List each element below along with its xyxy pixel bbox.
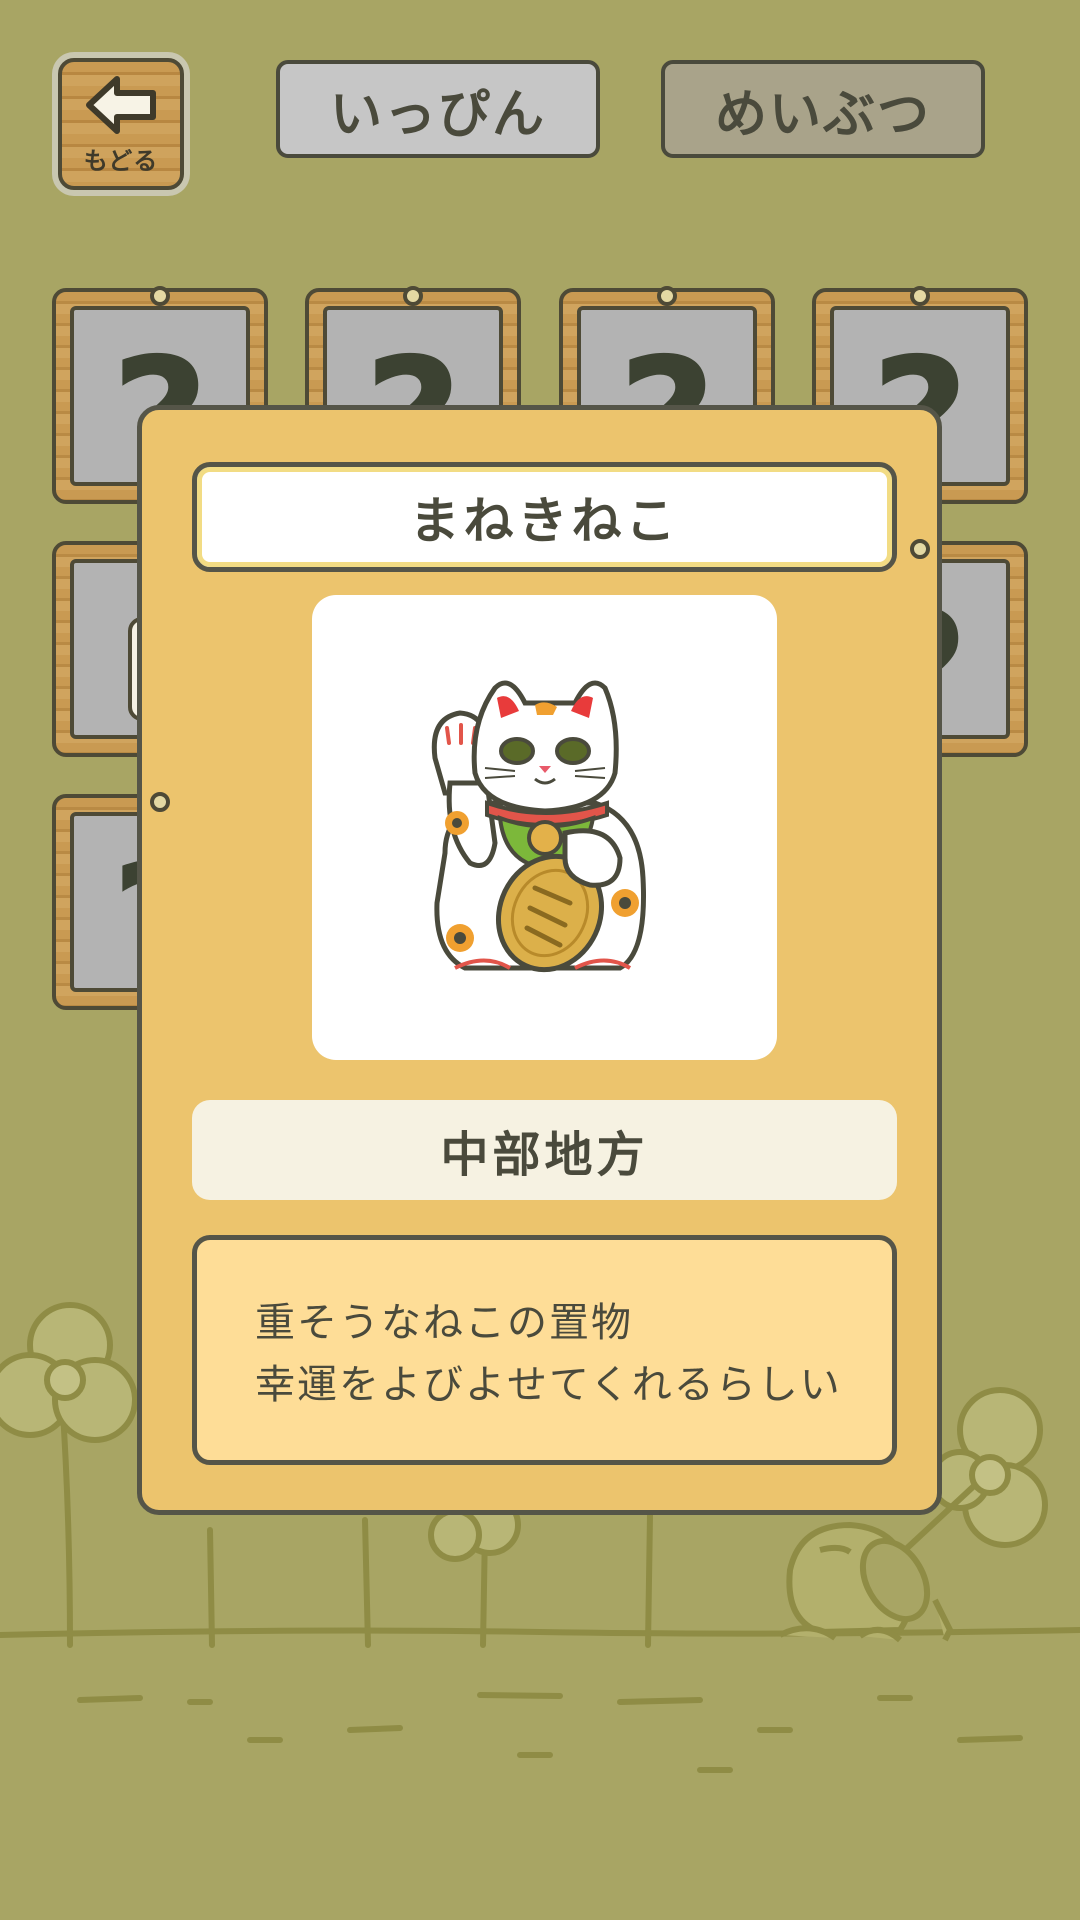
hook-icon (150, 286, 170, 306)
description-line: 重そうなねこの置物 (255, 1300, 633, 1346)
hook-icon (910, 539, 930, 559)
tab-meibutsu[interactable]: めいぶつ (661, 60, 985, 158)
tab-ippin[interactable]: いっぴん (276, 60, 600, 158)
item-region: 中部地方 (192, 1100, 897, 1200)
maneki-neko-icon (431, 680, 646, 972)
clover-icon (929, 1387, 1048, 1548)
hook-icon (910, 286, 930, 306)
hook-icon (403, 286, 423, 306)
hook-icon (150, 792, 170, 812)
item-image-panel (312, 595, 777, 1060)
item-name: まねきねこ (192, 462, 897, 572)
item-description: 重そうなねこの置物 幸運をよびよせてくれるらしい (192, 1235, 897, 1465)
hook-icon (657, 286, 677, 306)
back-button[interactable]: もどる (52, 52, 190, 196)
description-line: 幸運をよびよせてくれるらしい (255, 1362, 842, 1408)
back-label: もどる (83, 146, 159, 175)
left-arrow-icon (86, 75, 156, 134)
item-detail-modal: まねきねこ 中部地方 重そうなねこの置物 幸運をよびよせてくれるらしい (137, 405, 942, 1515)
clover-icon (0, 1302, 138, 1443)
back-button-face: もどる (58, 58, 184, 190)
